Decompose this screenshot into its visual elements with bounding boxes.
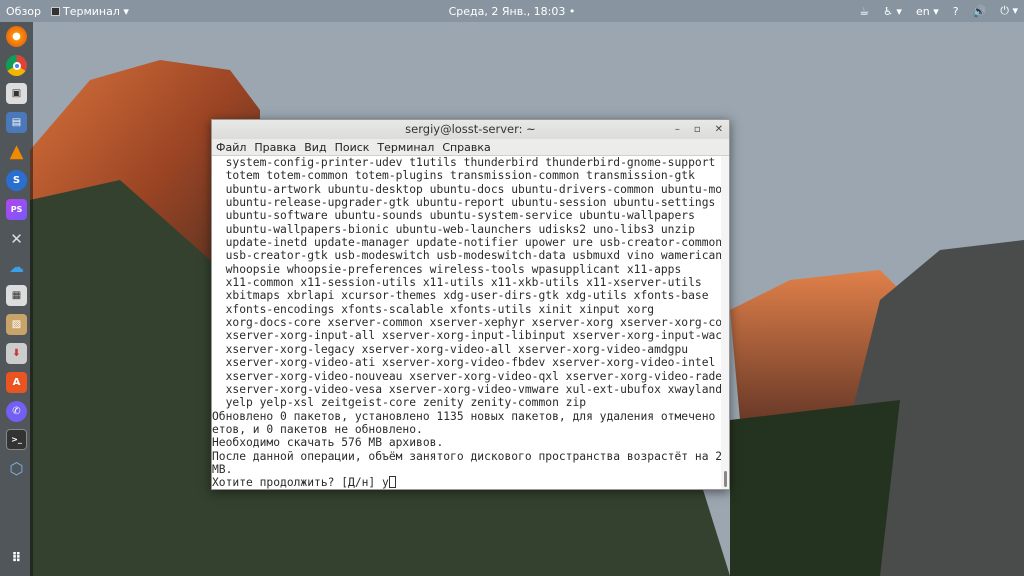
output-line: ubuntu-software ubuntu-sounds ubuntu-sys… [212, 209, 695, 223]
accessibility-icon[interactable]: ♿ ▾ [883, 5, 902, 18]
dock: ● ▣ ▤ ▲ S PS ✕ ☁ ▦ ▨ ⬇ A ✆ >_ ⬡ ⠿ [0, 22, 33, 576]
terminal-output[interactable]: system-config-printer-udev t1utils thund… [212, 156, 721, 489]
output-line: update-inetd update-manager update-notif… [212, 236, 721, 250]
menu-file[interactable]: Файл [216, 139, 246, 155]
app-menu-label: Терминал ▾ [63, 4, 129, 18]
maximize-button[interactable]: ▫ [694, 120, 701, 139]
vlc-icon[interactable]: ▲ [6, 141, 27, 162]
clock[interactable]: Среда, 2 Янв., 18:03 • [449, 5, 576, 18]
terminal-icon [51, 7, 61, 16]
output-line: xserver-xorg-video-vesa xserver-xorg-vid… [212, 382, 721, 396]
output-line: ubuntu-wallpapers-bionic ubuntu-web-laun… [212, 222, 695, 236]
output-line: Обновлено 0 пакетов, установлено 1135 но… [212, 409, 721, 423]
output-line: usb-creator-gtk usb-modeswitch usb-modes… [212, 249, 721, 263]
calculator-icon[interactable]: ▦ [6, 285, 27, 306]
output-line: yelp yelp-xsl zeitgeist-core zenity zeni… [212, 396, 587, 410]
menu-edit[interactable]: Правка [254, 139, 296, 155]
app-icon[interactable]: ▣ [6, 83, 27, 104]
chrome-icon[interactable] [6, 55, 27, 76]
output-line: xorg-docs-core xserver-common xserver-xe… [212, 316, 721, 330]
output-line: xserver-xorg-video-ati xserver-xorg-vide… [212, 356, 716, 370]
network-icon[interactable]: ? [953, 5, 959, 18]
output-line: xserver-xorg-video-nouveau xserver-xorg-… [212, 369, 721, 383]
title-bar[interactable]: sergiy@losst-server: ~ – ▫ ✕ [212, 120, 729, 139]
software-center-icon[interactable]: A [6, 372, 27, 393]
output-line: xserver-xorg-legacy xserver-xorg-video-a… [212, 342, 689, 356]
scrollbar-thumb[interactable] [724, 471, 727, 487]
firefox-icon[interactable]: ● [6, 26, 27, 47]
menu-bar: Файл Правка Вид Поиск Терминал Справка [212, 139, 729, 156]
show-applications-icon[interactable]: ⠿ [6, 548, 27, 569]
output-line: ubuntu-artwork ubuntu-desktop ubuntu-doc… [212, 182, 721, 196]
output-line: MB. [212, 462, 233, 476]
files-icon[interactable]: ▤ [6, 112, 27, 133]
menu-terminal[interactable]: Терминал [377, 139, 434, 155]
minimize-button[interactable]: – [675, 120, 680, 139]
cursor [388, 476, 396, 489]
browser-icon[interactable]: S [6, 170, 27, 191]
prompt-text: Хотите продолжить? [Д/н] y [212, 476, 389, 489]
terminal-icon[interactable]: >_ [6, 429, 27, 450]
output-line: whoopsie whoopsie-preferences wireless-t… [212, 262, 682, 276]
language-indicator[interactable]: en ▾ [916, 5, 939, 18]
output-line: xfonts-encodings xfonts-scalable xfonts-… [212, 302, 655, 316]
menu-view[interactable]: Вид [304, 139, 326, 155]
prompt-line: Хотите продолжить? [Д/н] y [212, 476, 721, 489]
virtualbox-icon[interactable]: ⬡ [6, 458, 27, 479]
volume-icon[interactable]: 🔊 [973, 5, 987, 18]
top-bar: Обзор Терминал ▾ Среда, 2 Янв., 18:03 • … [0, 0, 1024, 22]
coffee-icon[interactable]: ☕ [859, 5, 869, 18]
output-line: етов, и 0 пакетов не обновлено. [212, 422, 423, 436]
output-line: system-config-printer-udev t1utils thund… [212, 156, 716, 169]
scrollbar[interactable] [721, 156, 729, 489]
output-line: totem totem-common totem-plugins transmi… [212, 169, 695, 183]
menu-help[interactable]: Справка [442, 139, 490, 155]
output-line: xserver-xorg-input-all xserver-xorg-inpu… [212, 329, 721, 343]
viber-icon[interactable]: ✆ [6, 401, 27, 422]
app-menu[interactable]: Терминал ▾ [51, 5, 129, 18]
menu-search[interactable]: Поиск [335, 139, 370, 155]
image-viewer-icon[interactable]: ▨ [6, 314, 27, 335]
activities-button[interactable]: Обзор [6, 5, 41, 18]
installer-icon[interactable]: ⬇ [6, 343, 27, 364]
phpstorm-icon[interactable]: PS [6, 199, 27, 220]
window-title: sergiy@losst-server: ~ [405, 122, 536, 136]
output-line: xbitmaps xbrlapi xcursor-themes xdg-user… [212, 289, 709, 303]
close-button[interactable]: ✕ [715, 120, 723, 139]
output-line: После данной операции, объём занятого ди… [212, 449, 721, 463]
power-icon[interactable]: ⏻ ▾ [1000, 4, 1018, 18]
tools-icon[interactable]: ✕ [6, 228, 27, 249]
output-line: x11-common x11-session-utils x11-utils x… [212, 276, 702, 290]
output-line: ubuntu-release-upgrader-gtk ubuntu-repor… [212, 196, 716, 210]
cloud-icon[interactable]: ☁ [6, 256, 27, 277]
output-line: Необходимо скачать 576 MB архивов. [212, 436, 444, 450]
terminal-window: sergiy@losst-server: ~ – ▫ ✕ Файл Правка… [211, 119, 730, 490]
